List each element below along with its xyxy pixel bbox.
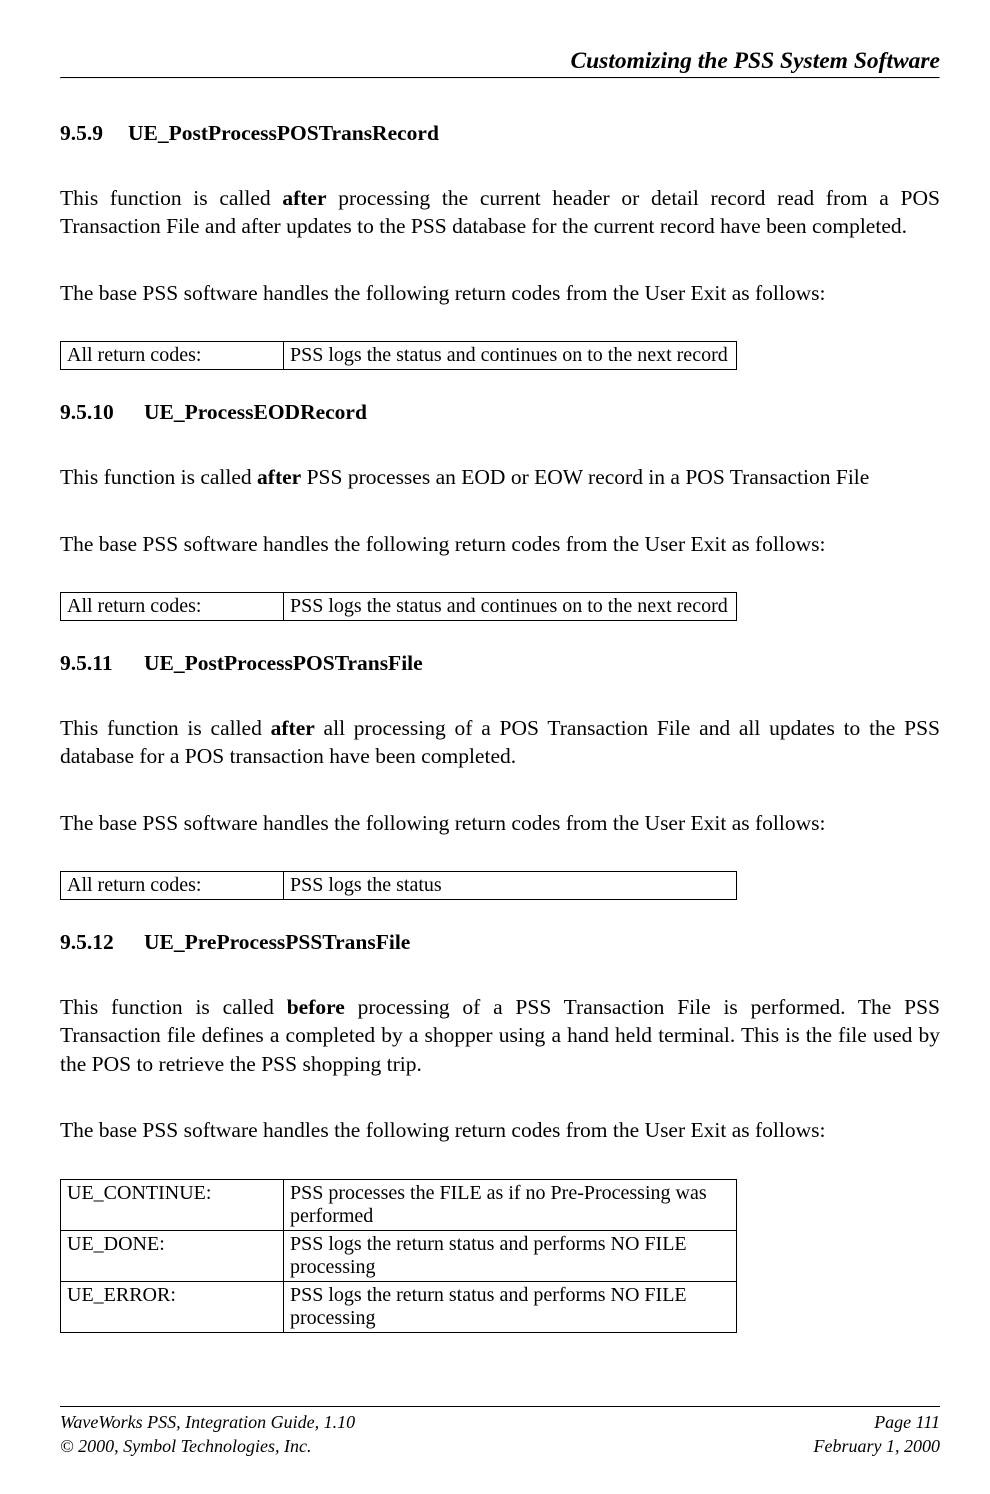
return-codes-table-959: All return codes: PSS logs the status an…	[60, 341, 737, 370]
table-cell-code: All return codes:	[61, 342, 284, 370]
table-row: UE_ERROR: PSS logs the return status and…	[61, 1281, 737, 1332]
footer-date: February 1, 2000	[814, 1435, 940, 1458]
section-959-para1: This function is called after processing…	[60, 184, 940, 241]
header-rule	[60, 77, 940, 79]
text-bold: after	[282, 186, 326, 210]
section-9511-para2: The base PSS software handles the follow…	[60, 809, 940, 837]
page-header-title: Customizing the PSS System Software	[60, 48, 940, 75]
table-cell-code: UE_DONE:	[61, 1230, 284, 1281]
section-number: 9.5.11	[60, 651, 144, 676]
section-9510-para2: The base PSS software handles the follow…	[60, 530, 940, 558]
section-9512-para2: The base PSS software handles the follow…	[60, 1116, 940, 1144]
section-9512-para1: This function is called before processin…	[60, 993, 940, 1078]
section-title: UE_ProcessEODRecord	[144, 400, 367, 424]
text-bold: before	[287, 995, 345, 1019]
section-title: UE_PostProcessPOSTransRecord	[128, 121, 439, 145]
return-codes-table-9512: UE_CONTINUE: PSS processes the FILE as i…	[60, 1179, 737, 1333]
footer-doc-title: WaveWorks PSS, Integration Guide, 1.10	[60, 1411, 355, 1434]
section-number: 9.5.10	[60, 400, 144, 425]
table-cell-desc: PSS logs the status	[284, 872, 737, 900]
text-run: This function is called	[60, 995, 287, 1019]
text-run: PSS processes an EOD or EOW record in a …	[301, 465, 869, 489]
table-cell-desc: PSS processes the FILE as if no Pre-Proc…	[284, 1179, 737, 1230]
table-cell-desc: PSS logs the return status and performs …	[284, 1281, 737, 1332]
section-heading-9512: 9.5.12UE_PreProcessPSSTransFile	[60, 930, 940, 955]
table-cell-desc: PSS logs the status and continues on to …	[284, 592, 737, 620]
table-cell-code: All return codes:	[61, 592, 284, 620]
text-run: This function is called	[60, 465, 257, 489]
table-cell-code: UE_ERROR:	[61, 1281, 284, 1332]
section-9510-para1: This function is called after PSS proces…	[60, 463, 940, 491]
footer-page-number: Page 111	[874, 1411, 940, 1434]
table-row: UE_DONE: PSS logs the return status and …	[61, 1230, 737, 1281]
return-codes-table-9511: All return codes: PSS logs the status	[60, 871, 737, 900]
table-row: UE_CONTINUE: PSS processes the FILE as i…	[61, 1179, 737, 1230]
table-cell-desc: PSS logs the status and continues on to …	[284, 342, 737, 370]
text-run: This function is called	[60, 186, 282, 210]
text-run: This function is called	[60, 716, 271, 740]
table-row: All return codes: PSS logs the status an…	[61, 592, 737, 620]
section-9511-para1: This function is called after all proces…	[60, 714, 940, 771]
table-row: All return codes: PSS logs the status an…	[61, 342, 737, 370]
footer-copyright: © 2000, Symbol Technologies, Inc.	[60, 1435, 311, 1458]
section-number: 9.5.12	[60, 930, 144, 955]
table-cell-desc: PSS logs the return status and performs …	[284, 1230, 737, 1281]
return-codes-table-9510: All return codes: PSS logs the status an…	[60, 592, 737, 621]
section-959-para2: The base PSS software handles the follow…	[60, 279, 940, 307]
table-cell-code: UE_CONTINUE:	[61, 1179, 284, 1230]
section-number: 9.5.9	[60, 121, 128, 146]
page-footer: WaveWorks PSS, Integration Guide, 1.10 P…	[60, 1406, 940, 1458]
section-heading-9511: 9.5.11UE_PostProcessPOSTransFile	[60, 651, 940, 676]
section-heading-9510: 9.5.10UE_ProcessEODRecord	[60, 400, 940, 425]
table-cell-code: All return codes:	[61, 872, 284, 900]
section-heading-959: 9.5.9UE_PostProcessPOSTransRecord	[60, 121, 940, 146]
text-bold: after	[257, 465, 301, 489]
section-title: UE_PreProcessPSSTransFile	[144, 930, 410, 954]
section-title: UE_PostProcessPOSTransFile	[144, 651, 423, 675]
text-bold: after	[271, 716, 315, 740]
table-row: All return codes: PSS logs the status	[61, 872, 737, 900]
footer-rule	[60, 1406, 940, 1407]
